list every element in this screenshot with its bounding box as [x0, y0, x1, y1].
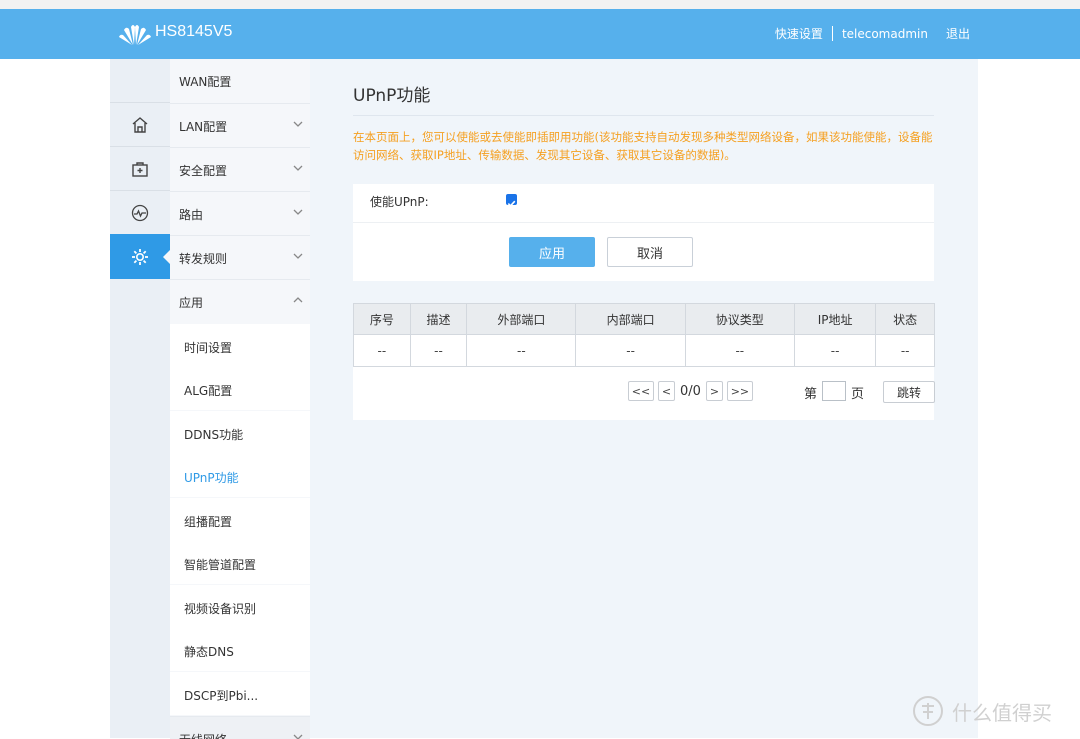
- watermark: 什么值得买: [912, 695, 1052, 727]
- checkmark-icon: [507, 200, 516, 207]
- sidebar-subitem-ddns[interactable]: DDNS功能: [170, 411, 310, 454]
- top-strip: [0, 0, 1080, 9]
- col-header-protocol: 协议类型: [684, 303, 795, 335]
- col-header-status: 状态: [875, 303, 935, 335]
- home-icon: [132, 116, 148, 133]
- upnp-mapping-table: 序号 描述 外部端口 内部端口 协议类型 IP地址 状态 -- -- -- --…: [353, 303, 935, 367]
- prev-page-button[interactable]: <: [658, 381, 675, 401]
- sidebar-subitem-multicast[interactable]: 组播配置: [170, 498, 310, 541]
- upnp-table-panel: 序号 描述 外部端口 内部端口 协议类型 IP地址 状态 -- -- -- --…: [353, 303, 935, 420]
- sidebar-item-forwarding[interactable]: 转发规则: [170, 235, 310, 279]
- table-row: -- -- -- -- -- -- --: [353, 334, 935, 367]
- header-links: 快速设置 telecomadmin 退出: [775, 25, 970, 42]
- left-margin: [0, 59, 110, 738]
- sidebar-subitem-label: 静态DNS: [184, 645, 234, 659]
- nav-advanced[interactable]: [110, 234, 170, 279]
- last-page-button[interactable]: >>: [726, 381, 753, 401]
- sidebar-item-label: LAN配置: [179, 120, 228, 134]
- logout-link[interactable]: 退出: [946, 25, 970, 42]
- sidebar-subitem-label: ALG配置: [184, 384, 233, 398]
- nav-maintenance[interactable]: [110, 146, 170, 190]
- pulse-icon: [131, 204, 149, 221]
- sidebar-item-wireless[interactable]: 无线网络: [170, 716, 310, 739]
- col-header-index: 序号: [353, 303, 411, 335]
- jump-button[interactable]: 跳转: [883, 381, 935, 403]
- sidebar-subitem-static-dns[interactable]: 静态DNS: [170, 628, 310, 671]
- sidebar-item-route[interactable]: 路由: [170, 191, 310, 235]
- chevron-down-icon: [293, 209, 303, 215]
- sidebar-item-label: 应用: [179, 296, 204, 310]
- icon-sidebar: [110, 59, 170, 738]
- sidebar-subitem-label: 时间设置: [184, 341, 233, 355]
- sidebar-subitem-label: DSCP到Pbi...: [184, 689, 259, 703]
- table-cell: --: [875, 334, 935, 367]
- form-divider: [353, 222, 934, 223]
- page-info: 0/0: [680, 383, 701, 399]
- chevron-down-icon: [293, 121, 303, 127]
- header-divider: [831, 26, 833, 41]
- sidebar-subitem-time[interactable]: 时间设置: [170, 324, 310, 367]
- col-header-description: 描述: [409, 303, 468, 335]
- table-cell: --: [575, 334, 686, 367]
- sidebar-subitem-upnp[interactable]: UPnP功能: [170, 454, 310, 497]
- watermark-text: 什么值得买: [952, 700, 1052, 725]
- sidebar-item-label: WAN配置: [179, 75, 232, 89]
- page-title: UPnP功能: [353, 86, 431, 106]
- table-cell: --: [353, 334, 411, 367]
- quick-setup-link[interactable]: 快速设置: [775, 25, 823, 42]
- user-name-link[interactable]: telecomadmin: [842, 27, 928, 41]
- gear-icon: [132, 249, 148, 265]
- sidebar-menu: WAN配置 LAN配置 安全配置 路由 转发规则 应用 时间设置 ALG配置 D…: [170, 59, 310, 739]
- chevron-down-icon: [293, 165, 303, 171]
- device-model: HS8145V5: [155, 23, 233, 40]
- sidebar-subitem-label: 视频设备识别: [184, 602, 257, 616]
- sidebar-subitem-label: DDNS功能: [184, 428, 244, 442]
- page-suffix-label: 页: [851, 387, 865, 402]
- col-header-external-port: 外部端口: [466, 303, 577, 335]
- upnp-form: 使能UPnP: 应用 取消: [353, 184, 934, 281]
- next-page-button[interactable]: >: [705, 381, 723, 401]
- chevron-down-icon: [293, 253, 303, 259]
- pagination: << < 0/0 > >>: [628, 381, 753, 401]
- col-header-ip-address: IP地址: [793, 303, 877, 335]
- sidebar-item-label: 转发规则: [179, 252, 228, 266]
- table-cell: --: [466, 334, 577, 367]
- right-margin: [978, 59, 1080, 738]
- sidebar-item-wan[interactable]: WAN配置: [170, 59, 310, 102]
- sidebar-item-application[interactable]: 应用: [170, 279, 310, 323]
- sidebar-subitem-label: 组播配置: [184, 515, 233, 529]
- huawei-logo-icon: [119, 25, 151, 45]
- page-prefix-label: 第: [804, 387, 818, 402]
- sidebar-subitem-label: UPnP功能: [184, 471, 239, 485]
- enable-upnp-label: 使能UPnP:: [370, 195, 429, 209]
- table-cell: --: [793, 334, 877, 367]
- sidebar-subitem-dscp[interactable]: DSCP到Pbi...: [170, 672, 310, 715]
- sidebar-item-security[interactable]: 安全配置: [170, 147, 310, 191]
- nav-status[interactable]: [110, 190, 170, 234]
- table-header-row: 序号 描述 外部端口 内部端口 协议类型 IP地址 状态: [353, 303, 935, 335]
- main-content: UPnP功能 在本页面上，您可以使能或去使能即插即用功能(该功能支持自动发现多种…: [310, 59, 978, 738]
- sidebar-item-lan[interactable]: LAN配置: [170, 103, 310, 147]
- table-cell: --: [409, 334, 468, 367]
- sidebar-item-label: 路由: [179, 208, 204, 222]
- col-header-internal-port: 内部端口: [575, 303, 686, 335]
- table-cell: --: [684, 334, 795, 367]
- page-number-input[interactable]: [822, 381, 846, 401]
- first-page-button[interactable]: <<: [628, 381, 654, 401]
- top-header: HS8145V5 快速设置 telecomadmin 退出: [0, 9, 1080, 59]
- sidebar-subitem-label: 智能管道配置: [184, 558, 257, 572]
- sidebar-subitem-alg[interactable]: ALG配置: [170, 367, 310, 410]
- sidebar-item-label: 安全配置: [179, 164, 228, 178]
- chevron-up-icon: [293, 297, 303, 303]
- sidebar-subitem-smart-pipe[interactable]: 智能管道配置: [170, 541, 310, 584]
- cancel-button[interactable]: 取消: [607, 237, 693, 267]
- title-divider: [353, 115, 934, 116]
- page-notice: 在本页面上，您可以使能或去使能即插即用功能(该功能支持自动发现多种类型网络设备，…: [353, 130, 933, 162]
- apply-button[interactable]: 应用: [509, 237, 595, 267]
- nav-home[interactable]: [110, 102, 170, 146]
- enable-upnp-checkbox[interactable]: [506, 194, 517, 207]
- sidebar-subitem-video-device[interactable]: 视频设备识别: [170, 585, 310, 628]
- watermark-logo-icon: [913, 696, 943, 726]
- first-aid-kit-icon: [132, 161, 148, 177]
